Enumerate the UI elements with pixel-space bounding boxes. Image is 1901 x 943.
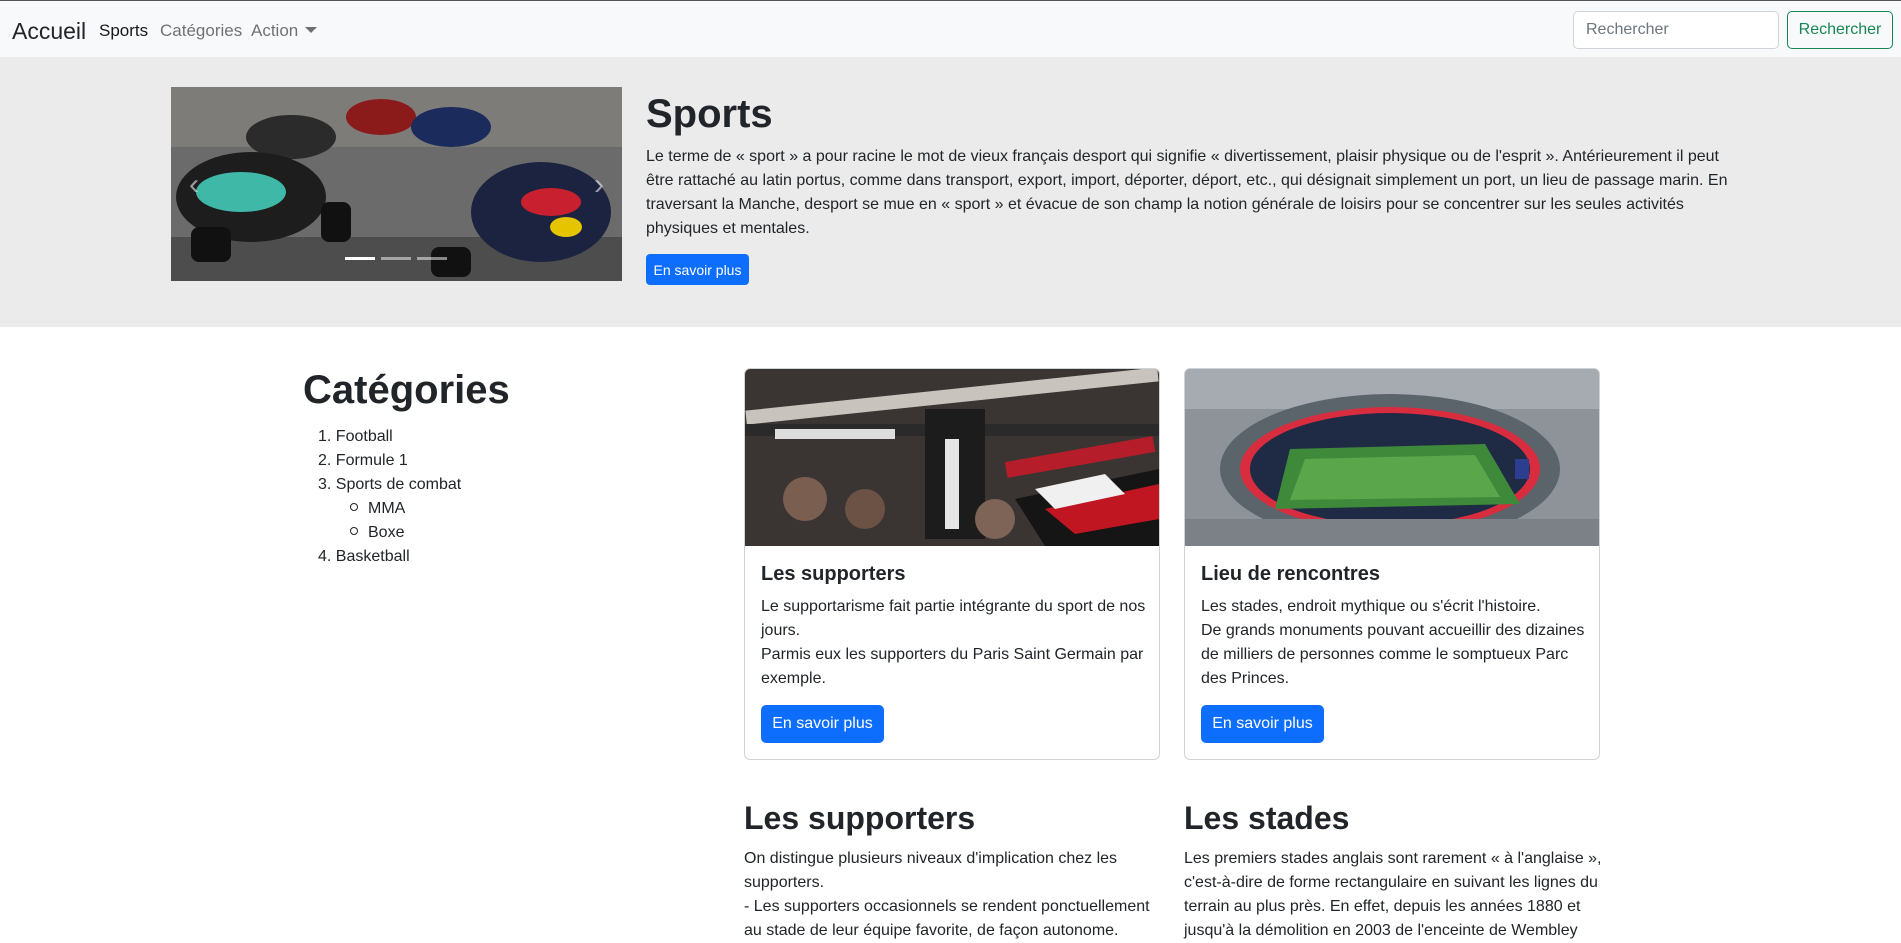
sub-list: MMA Boxe	[318, 497, 461, 545]
card-text-line: Parmis eux les supporters du Paris Saint…	[761, 646, 1144, 687]
search-button[interactable]: Rechercher	[1787, 11, 1893, 49]
card-text: Le supportarisme fait partie intégrante …	[761, 595, 1149, 691]
nav-link-action-label: Action	[251, 21, 299, 40]
section-title: Les supporters	[744, 800, 976, 836]
list-item: 4. Basketball	[318, 545, 461, 569]
card-text-line: De grands monuments pouvant accueillir d…	[1201, 622, 1585, 687]
card-title: Les supporters	[761, 563, 906, 585]
section-text-line: - Les supporters occasionnels se rendent…	[744, 898, 1150, 939]
section-text: On distingue plusieurs niveaux d'implica…	[744, 847, 1162, 943]
section-text-line: On distingue plusieurs niveaux d'implica…	[744, 850, 1118, 891]
brand-link[interactable]: Accueil	[12, 18, 86, 45]
card-image-supporters	[745, 369, 1159, 546]
card-text-line: Le supportarisme fait partie intégrante …	[761, 598, 1146, 639]
card-image-stadium	[1185, 369, 1599, 546]
list-item: 1. Football	[318, 425, 461, 449]
sub-list-item: Boxe	[350, 521, 461, 545]
carousel-indicator[interactable]	[381, 257, 411, 260]
list-item-number: 3.	[318, 476, 332, 493]
list-item-label: Formule 1	[335, 452, 408, 469]
categories-title: Catégories	[303, 368, 510, 412]
list-item-label: Football	[335, 428, 393, 445]
carousel-indicator[interactable]	[345, 257, 375, 260]
list-item-number: 1.	[318, 428, 332, 445]
bullet-circle-icon	[350, 503, 358, 511]
carousel-slide-image	[171, 87, 622, 281]
section-text-line: Les premiers stades anglais sont raremen…	[1184, 850, 1602, 939]
list-item-label: Basketball	[335, 548, 410, 565]
card-learn-more-button[interactable]: En savoir plus	[761, 705, 884, 743]
list-item-number: 4.	[318, 548, 332, 565]
card-learn-more-button[interactable]: En savoir plus	[1201, 705, 1324, 743]
card-title: Lieu de rencontres	[1201, 563, 1380, 585]
nav-link-sports[interactable]: Sports	[99, 21, 148, 41]
card-text: Les stades, endroit mythique ou s'écrit …	[1201, 595, 1589, 691]
list-item-number: 2.	[318, 452, 332, 469]
list-item: 3. Sports de combat	[318, 473, 461, 497]
chevron-down-icon	[305, 27, 318, 33]
sub-list-item: MMA	[350, 497, 461, 521]
list-item: 2. Formule 1	[318, 449, 461, 473]
image-carousel[interactable]: ‹ ›	[171, 87, 622, 281]
navbar: Accueil Sports Catégories Action Recherc…	[0, 0, 1901, 57]
section-text: Les premiers stades anglais sont raremen…	[1184, 847, 1602, 943]
chevron-left-icon[interactable]: ‹	[179, 165, 209, 205]
hero-learn-more-button[interactable]: En savoir plus	[646, 254, 749, 285]
carousel-indicator[interactable]	[417, 257, 447, 260]
card-text-line: Les stades, endroit mythique ou s'écrit …	[1201, 598, 1541, 615]
nav-link-categories[interactable]: Catégories	[160, 21, 242, 41]
nav-link-action[interactable]: Action	[251, 21, 318, 41]
sub-list-item-label: Boxe	[368, 524, 405, 541]
section-title: Les stades	[1184, 800, 1350, 836]
card-stadium: Lieu de rencontres Les stades, endroit m…	[1184, 368, 1600, 760]
hero-title: Sports	[646, 92, 773, 136]
categories-list: 1. Football 2. Formule 1 3. Sports de co…	[318, 425, 461, 569]
search-input[interactable]	[1573, 11, 1779, 49]
chevron-right-icon[interactable]: ›	[584, 165, 614, 205]
card-supporters: Les supporters Le supportarisme fait par…	[744, 368, 1160, 760]
hero-section: ‹ › Sports Le terme de « sport » a pour …	[0, 57, 1901, 327]
sub-list-item-label: MMA	[368, 500, 406, 517]
list-item-label: Sports de combat	[335, 476, 462, 493]
bullet-circle-icon	[350, 527, 358, 535]
hero-description: Le terme de « sport » a pour racine le m…	[646, 148, 1728, 237]
